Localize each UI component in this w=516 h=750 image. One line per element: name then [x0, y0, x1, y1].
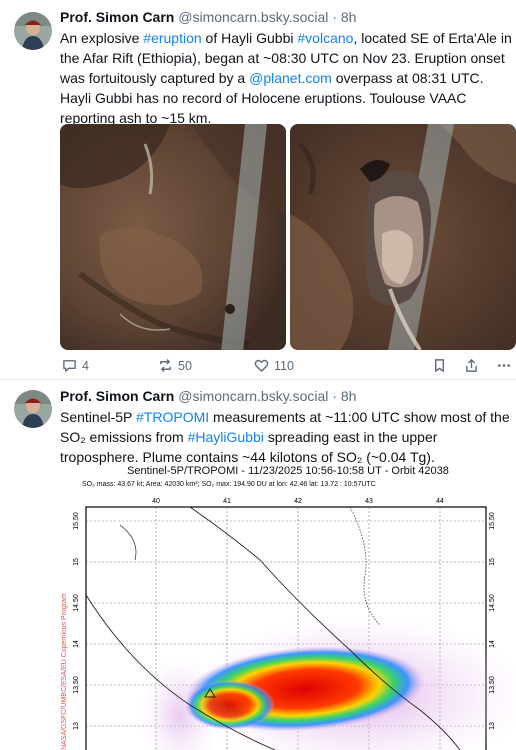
post-time: · 8h	[332, 9, 357, 25]
post-text: An explosive #eruption of Hayli Gubbi #v…	[60, 28, 512, 128]
share-button[interactable]	[464, 358, 479, 373]
avatar[interactable]	[14, 390, 52, 428]
hashtag-link[interactable]: #eruption	[143, 30, 201, 46]
satellite-image[interactable]	[60, 124, 286, 350]
post-time: · 8h	[332, 388, 357, 404]
hashtag-link[interactable]: #TROPOMI	[136, 409, 209, 425]
body-text: Sentinel-5P	[60, 409, 137, 425]
post-actions: 4 50 110	[60, 358, 512, 378]
repost-button[interactable]: 50	[158, 358, 192, 373]
x-tick-label: 41	[223, 498, 231, 505]
bookmark-button[interactable]	[432, 358, 447, 373]
bookmark-icon	[435, 359, 444, 372]
y-tick-label-left: 14.50	[73, 594, 80, 612]
chart-title: Sentinel-5P/TROPOMI - 11/23/2025 10:56-1…	[127, 465, 449, 477]
body-text: An explosive	[60, 30, 144, 46]
y-tick-label-right: 15.50	[489, 512, 496, 530]
y-tick-label-right: 14	[489, 640, 496, 648]
x-tick-label: 43	[365, 498, 373, 505]
y-tick-label-right: 13.50	[489, 676, 496, 694]
x-tick-label: 44	[436, 498, 444, 505]
y-tick-label-left: 15.50	[73, 512, 80, 530]
y-tick-label-right: 13	[489, 722, 496, 730]
post-card[interactable]: Prof. Simon Carn @simoncarn.bsky.social …	[0, 381, 516, 750]
more-options-button[interactable]	[496, 358, 512, 373]
y-tick-label-right: 15	[489, 558, 496, 566]
y-tick-label-left: 14	[73, 640, 80, 648]
post-header: Prof. Simon Carn @simoncarn.bsky.social …	[60, 8, 356, 26]
x-tick-label: 40	[152, 498, 160, 505]
image-credit: NASA/GSFC/UMBC/ESA/EU Copernicus Program	[61, 593, 68, 750]
repost-icon	[160, 359, 171, 372]
y-tick-label-left: 13.50	[73, 676, 80, 694]
hashtag-link[interactable]: #volcano	[297, 30, 353, 46]
y-tick-label-left: 15	[73, 558, 80, 566]
mention-link[interactable]: @planet.com	[249, 70, 332, 86]
y-tick-label-left: 13	[73, 722, 80, 730]
like-count: 110	[274, 358, 294, 373]
author-name[interactable]: Prof. Simon Carn	[60, 388, 174, 404]
chart-subtitle: SO₂ mass: 43.67 kt; Area: 42030 km²; SO₂…	[82, 481, 376, 488]
reply-button[interactable]: 4	[62, 358, 89, 373]
reply-icon	[63, 360, 76, 372]
like-button[interactable]: 110	[254, 358, 294, 373]
so2-map-chart[interactable]: NASA/GSFC/UMBC/ESA/EU Copernicus Program…	[60, 465, 516, 750]
repost-count: 50	[178, 358, 192, 373]
hashtag-link[interactable]: #HayliGubbi	[188, 429, 264, 445]
x-tick-label: 42	[294, 498, 302, 505]
author-name[interactable]: Prof. Simon Carn	[60, 9, 174, 25]
image-gallery	[60, 124, 516, 350]
body-text: of Hayli Gubbi	[201, 30, 298, 46]
author-handle[interactable]: @simoncarn.bsky.social	[178, 9, 328, 25]
satellite-image[interactable]	[290, 124, 516, 350]
post-card[interactable]: Prof. Simon Carn @simoncarn.bsky.social …	[0, 0, 516, 380]
y-tick-label-right: 14.50	[489, 594, 496, 612]
post-text: Sentinel-5P #TROPOMI measurements at ~11…	[60, 407, 512, 467]
ellipsis-icon	[498, 364, 510, 367]
share-icon	[466, 359, 477, 372]
so2-map: NASA/GSFC/UMBC/ESA/EU Copernicus Program…	[61, 498, 516, 750]
reply-count: 4	[82, 358, 89, 373]
post-header: Prof. Simon Carn @simoncarn.bsky.social …	[60, 387, 356, 405]
avatar[interactable]	[14, 12, 52, 50]
heart-icon	[254, 359, 269, 372]
author-handle[interactable]: @simoncarn.bsky.social	[178, 388, 328, 404]
